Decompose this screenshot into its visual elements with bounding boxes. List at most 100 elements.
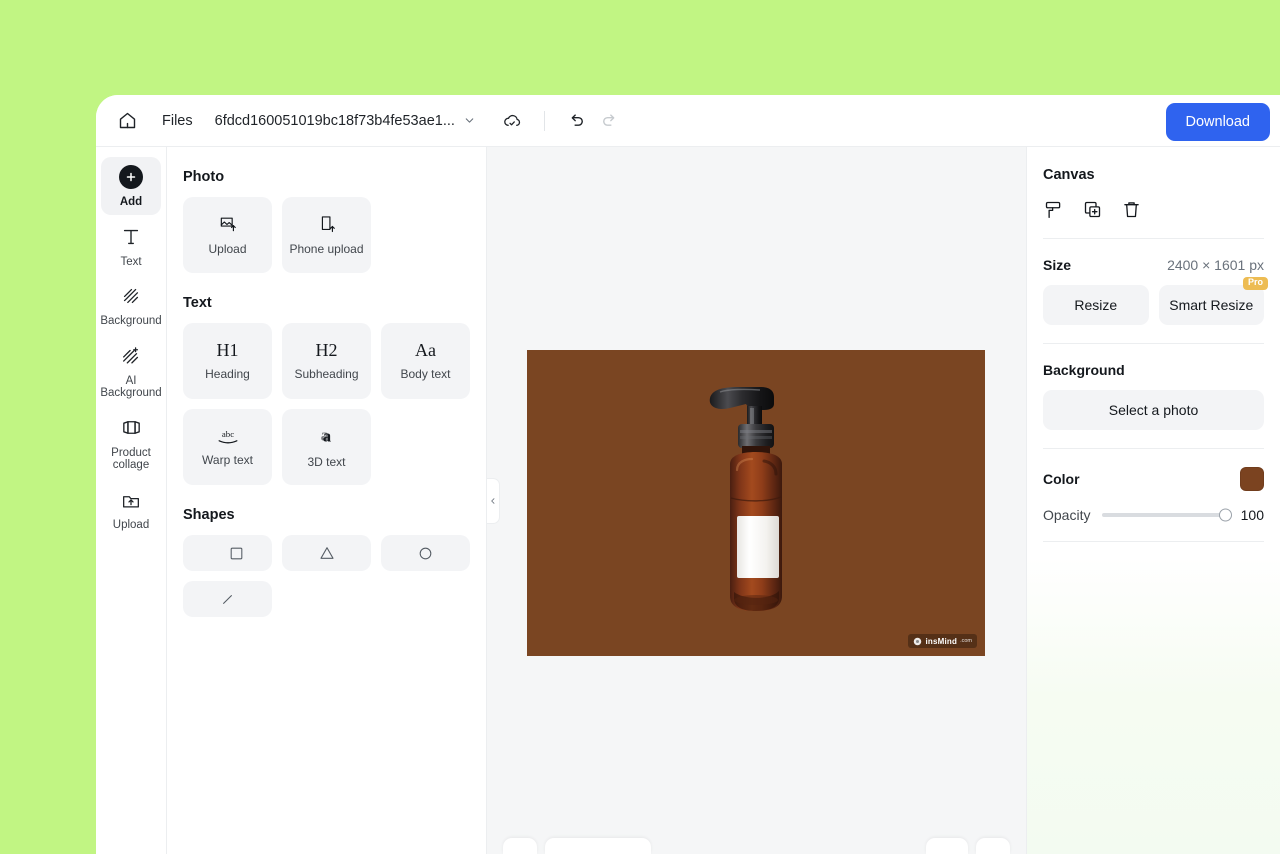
resize-buttons: Resize Smart Resize Pro (1043, 273, 1268, 343)
sidebar-item-label: Product collage (111, 446, 151, 472)
upload-tile[interactable]: Upload (183, 197, 272, 273)
sidebar-item-label: Background (100, 315, 162, 327)
bottom-zoom-control[interactable] (545, 838, 651, 854)
bottom-help-button[interactable] (976, 838, 1010, 854)
panel-title: Canvas (1043, 167, 1095, 183)
triangle-shape-icon (318, 544, 336, 562)
opacity-value: 100 (1240, 507, 1264, 523)
circle-shape-icon (417, 545, 434, 562)
bottom-toolbar (487, 838, 1026, 854)
canvas-tools (1043, 183, 1264, 238)
heading-tile[interactable]: H1 Heading (183, 323, 272, 399)
text-t-icon (120, 224, 142, 250)
watermark-tld: .com (960, 638, 972, 644)
select-photo-button[interactable]: Select a photo (1043, 390, 1264, 430)
bottom-toolbar-left (503, 838, 651, 854)
warp-text-tile[interactable]: abc Warp text (183, 409, 272, 485)
home-icon[interactable] (110, 104, 144, 138)
undo-icon[interactable] (559, 104, 593, 138)
sidebar-item-product-collage[interactable]: Product collage (101, 408, 161, 478)
sidebar-item-ai-background[interactable]: AI Background (100, 336, 162, 406)
shape-tiles (183, 535, 470, 617)
line-shape-icon (219, 591, 236, 608)
size-row: Size 2400 × 1601 px (1043, 239, 1264, 273)
line-shape-tile[interactable] (183, 581, 272, 617)
phone-upload-tile[interactable]: Phone upload (282, 197, 371, 273)
color-row: Color (1043, 449, 1264, 491)
filename-label: 6fdcd160051019bc18f73b4fe53ae1... (214, 112, 455, 129)
tile-label: Subheading (294, 367, 359, 381)
subheading-tile[interactable]: H2 Subheading (282, 323, 371, 399)
body-text-tile[interactable]: Aa Body text (381, 323, 470, 399)
duplicate-icon[interactable] (1082, 199, 1103, 220)
files-menu[interactable]: Files (162, 113, 193, 129)
shapes-section-heading: Shapes (183, 507, 235, 523)
text-section-heading: Text (183, 295, 212, 311)
tile-label: Upload (208, 242, 247, 256)
photo-tiles: Upload Phone upload (183, 197, 470, 273)
smart-resize-button[interactable]: Smart Resize Pro (1158, 277, 1268, 325)
sidebar-item-label: Text (120, 255, 142, 268)
hatch-square-icon (120, 283, 142, 309)
opacity-slider-knob[interactable] (1219, 508, 1232, 522)
text-tiles: H1 Heading H2 Subheading Aa Body text ab… (183, 323, 470, 485)
sidebar-item-label: Upload (112, 518, 150, 531)
tile-label: Phone upload (289, 242, 364, 256)
opacity-slider[interactable] (1102, 508, 1232, 522)
three-d-text-tile[interactable]: a a 3D text (282, 409, 371, 485)
tile-label: 3D text (307, 455, 346, 469)
download-button[interactable]: Download (1165, 103, 1270, 141)
size-value: 2400 × 1601 px (1167, 257, 1264, 273)
product-image[interactable] (690, 378, 822, 628)
background-row: Background (1043, 344, 1264, 378)
filename-dropdown[interactable]: 6fdcd160051019bc18f73b4fe53ae1... (215, 113, 476, 129)
bottom-layers-button[interactable] (926, 838, 968, 854)
watermark-text: insMind (925, 636, 958, 646)
svg-text:a: a (320, 426, 328, 445)
opacity-label: Opacity (1043, 507, 1091, 523)
three-d-text-icon: a a (316, 425, 338, 447)
cloud-check-icon[interactable] (496, 104, 530, 138)
svg-text:abc: abc (221, 429, 233, 439)
resize-button[interactable]: Resize (1043, 285, 1149, 325)
toolbar-divider (543, 110, 545, 131)
sidebar-item-label: Add (119, 196, 143, 208)
triangle-shape-tile[interactable] (282, 535, 371, 571)
chevron-down-icon (463, 114, 476, 127)
size-label: Size (1043, 257, 1072, 273)
watermark: insMind .com (908, 634, 977, 648)
square-shape-tile[interactable] (183, 535, 272, 571)
h2-icon: H2 (315, 340, 338, 360)
editor-window: Files 6fdcd160051019bc18f73b4fe53ae1... … (96, 95, 1280, 854)
add-panel: Photo Upload Phone upload Text H1 Headin… (167, 147, 487, 854)
hatch-sparkle-icon (120, 343, 142, 369)
image-upload-icon (218, 214, 238, 234)
paint-roller-icon[interactable] (1043, 199, 1064, 220)
color-swatch[interactable] (1240, 467, 1264, 491)
aa-icon: Aa (415, 340, 436, 360)
sidebar-item-background[interactable]: Background (100, 276, 162, 334)
insmind-logo-icon (913, 637, 922, 646)
artboard[interactable]: insMind .com (527, 350, 985, 656)
sidebar-item-add[interactable]: Add (101, 157, 161, 215)
bottom-tool-button[interactable] (503, 838, 537, 854)
sidebar-item-text[interactable]: Text (101, 217, 161, 275)
background-heading: Background (1043, 362, 1125, 378)
tile-label: Heading (205, 367, 250, 381)
sidebar-item-upload[interactable]: Upload (101, 480, 161, 538)
editor-body: Add Text Background AI Background Produc… (96, 147, 1280, 854)
chevron-left-icon (489, 492, 497, 510)
plus-circle-icon (119, 164, 143, 190)
circle-shape-tile[interactable] (381, 535, 470, 571)
divider (1043, 541, 1264, 542)
collage-icon (120, 415, 143, 441)
square-shape-icon (211, 545, 245, 562)
sidebar-item-label: AI Background (100, 374, 162, 400)
canvas-area: insMind .com (487, 147, 1026, 854)
trash-icon[interactable] (1121, 199, 1142, 220)
redo-icon[interactable] (593, 104, 627, 138)
panel-collapse-handle[interactable] (487, 477, 500, 524)
bottom-toolbar-right (926, 838, 1010, 854)
folder-upload-icon (120, 487, 142, 513)
tile-label: Warp text (202, 453, 253, 467)
